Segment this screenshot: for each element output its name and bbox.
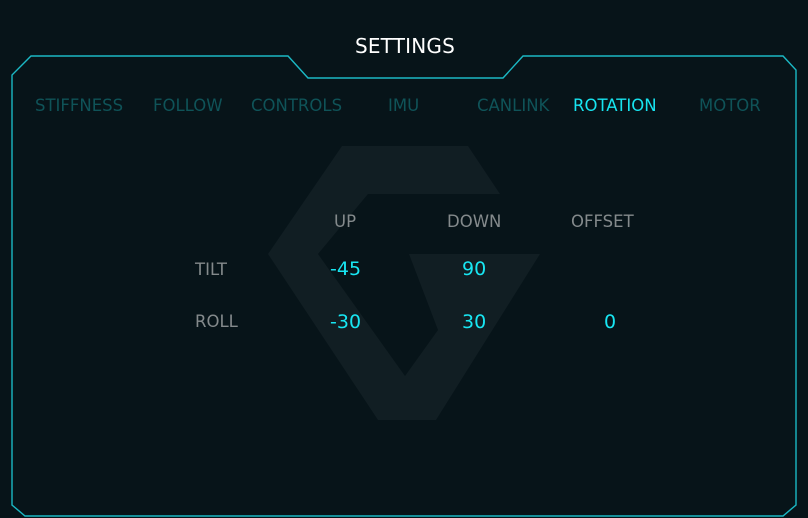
row-label-roll: ROLL [195,312,238,331]
tilt-up-value[interactable]: -45 [330,258,361,280]
tab-imu[interactable]: IMU [388,96,419,115]
roll-offset-value[interactable]: 0 [604,311,616,333]
tab-rotation[interactable]: ROTATION [573,96,657,115]
tilt-down-value[interactable]: 90 [462,258,486,280]
tab-motor[interactable]: MOTOR [699,96,761,115]
roll-down-value[interactable]: 30 [462,311,486,333]
tab-controls[interactable]: CONTROLS [251,96,342,115]
tab-stiffness[interactable]: STIFFNESS [35,96,123,115]
settings-screen: SETTINGS STIFFNESS FOLLOW CONTROLS IMU C… [0,0,808,518]
column-header-up: UP [334,212,357,231]
roll-up-value[interactable]: -30 [330,311,361,333]
page-title: SETTINGS [354,34,456,58]
row-label-tilt: TILT [195,260,227,279]
tab-canlink[interactable]: CANLINK [477,96,549,115]
column-header-down: DOWN [447,212,502,231]
panel-frame [11,55,797,517]
column-header-offset: OFFSET [571,212,634,231]
tab-follow[interactable]: FOLLOW [153,96,223,115]
